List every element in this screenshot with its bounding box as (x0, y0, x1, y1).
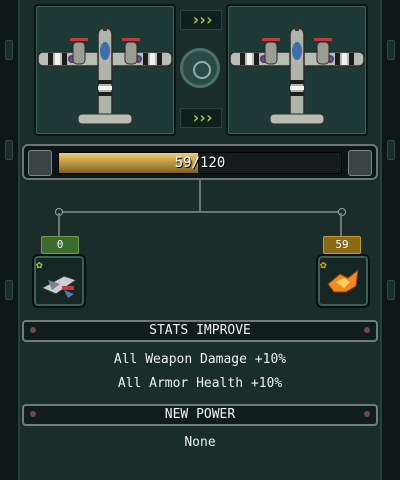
connector-line (340, 213, 342, 236)
stat-line: All Armor Health +10% (117, 376, 283, 391)
progress-label: 59/120 (174, 155, 226, 171)
rivet (364, 411, 370, 417)
rivet (30, 411, 36, 417)
upgrade-indicator: ››› ››› (176, 4, 224, 132)
progress-track: 59/120 (58, 152, 342, 174)
rail-bolt (387, 280, 395, 300)
connector-line (199, 180, 201, 212)
next-plane-card[interactable] (226, 4, 368, 136)
parts-count-badge: 0 (41, 236, 79, 254)
gear-icon: ✿ (320, 258, 327, 271)
plane-icon (37, 21, 173, 125)
connector-line (58, 211, 342, 213)
stat-line: All Weapon Damage +10% (113, 352, 287, 367)
crystal-count-badge: 59 (323, 236, 361, 254)
rivet (30, 327, 36, 333)
chevrons-right-icon: ››› (180, 108, 222, 128)
gear-icon: ✿ (36, 258, 43, 271)
connector-line (58, 213, 60, 236)
power-value: None (184, 435, 216, 450)
bar-cap (28, 150, 52, 176)
rail-bolt (387, 40, 395, 60)
plane-icon (229, 21, 365, 125)
rail-bolt (387, 140, 395, 160)
stats-title: STATS IMPROVE (149, 323, 251, 338)
rail-bolt (5, 140, 13, 160)
rivet (364, 327, 370, 333)
chevrons-right-icon: ››› (180, 10, 222, 30)
gear-icon (180, 48, 220, 88)
right-frame-rail (380, 0, 400, 480)
new-power-header: NEW POWER (22, 404, 378, 426)
stats-improve-header: STATS IMPROVE (22, 320, 378, 342)
fire-crystal-slot[interactable]: ✿ (316, 254, 370, 308)
current-plane-card[interactable] (34, 4, 176, 136)
power-title: NEW POWER (164, 407, 236, 422)
rail-bolt (5, 40, 13, 60)
left-frame-rail (0, 0, 20, 480)
rail-bolt (5, 280, 13, 300)
upgrade-progress-bar: 59/120 (22, 144, 378, 180)
plane-parts-slot[interactable]: ✿ (32, 254, 86, 308)
bar-cap (348, 150, 372, 176)
